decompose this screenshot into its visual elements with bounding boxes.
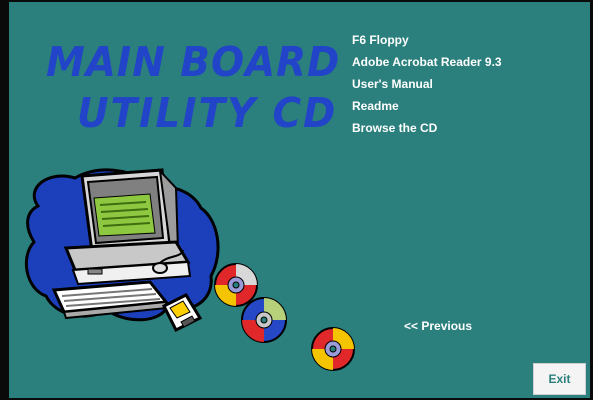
window-border-left: [0, 0, 9, 400]
cd-blue: [241, 297, 287, 343]
computer-mouse: [152, 249, 184, 274]
utility-cd-window: MAIN BOARD UTILITY CD F6 Floppy Adobe Ac…: [0, 0, 593, 400]
floppy-disk: [161, 293, 203, 333]
menu-item-users-manual[interactable]: User's Manual: [352, 77, 433, 91]
title-main-board: MAIN BOARD: [46, 38, 341, 86]
window-border-top: [0, 0, 593, 2]
blue-blob-background: [24, 168, 220, 322]
menu-item-browse-the-cd[interactable]: Browse the CD: [352, 121, 437, 135]
menu-item-readme[interactable]: Readme: [352, 99, 399, 113]
cd-red: [214, 263, 258, 307]
previous-link[interactable]: << Previous: [404, 319, 472, 333]
menu-item-f6-floppy[interactable]: F6 Floppy: [352, 33, 409, 47]
keyboard: [51, 280, 169, 320]
title-utility-cd: UTILITY CD: [77, 89, 338, 137]
computer-monitor: [80, 168, 180, 254]
menu-item-adobe-acrobat-reader[interactable]: Adobe Acrobat Reader 9.3: [352, 55, 502, 69]
computer-base: [63, 240, 192, 286]
cd-yellow: [311, 327, 355, 371]
exit-button[interactable]: Exit: [533, 363, 586, 395]
